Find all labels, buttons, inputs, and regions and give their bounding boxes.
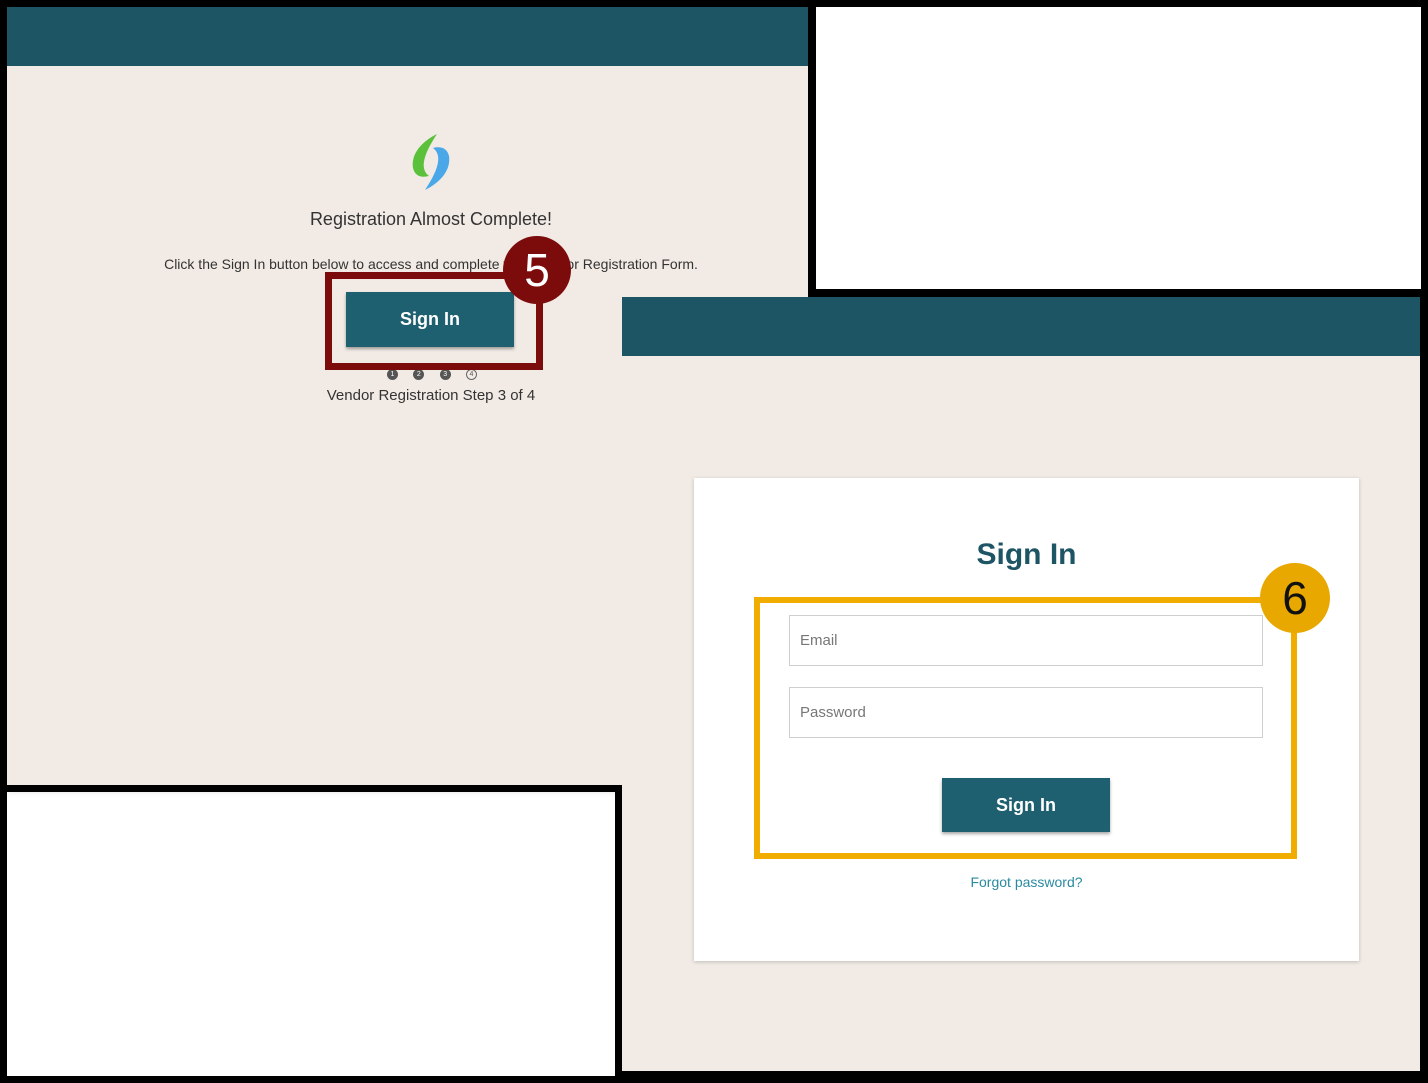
callout-badge-5: 5 [503,236,571,304]
step-dot-4: 4 [465,368,477,380]
page-title: Registration Almost Complete! [309,209,553,229]
forgot-password-link[interactable]: Forgot password? [694,874,1359,890]
registration-description: Click the Sign In button below to access… [164,256,698,272]
callout-highlight-box-6 [754,597,1297,859]
header-bar [622,297,1420,356]
callout-badge-6: 6 [1260,563,1330,633]
step-dot-2: 2 [413,368,425,380]
step-dot-1: 1 [387,368,398,380]
background-block-top-right [816,7,1421,289]
sign-in-title: Sign In [976,538,1077,571]
sign-in-screenshot: Sign In Sign In Forgot password? 6 [622,297,1420,1071]
background-block-bottom-left [7,792,615,1076]
step-dot-3: 3 [439,368,451,380]
header-bar [7,7,808,66]
logo-icon [412,134,450,190]
